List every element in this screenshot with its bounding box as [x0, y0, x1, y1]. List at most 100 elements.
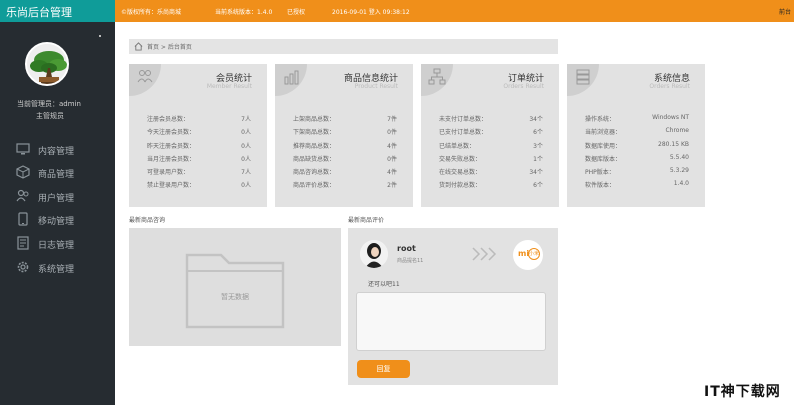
stat-label: 商品评价总数：: [293, 182, 336, 190]
stat-value: 5.3.29: [669, 167, 689, 175]
version-text: 当前系统版本：1.4.0: [215, 9, 273, 16]
member-stats-card: 会员统计 Member Result 注册会员总数： 7人 今天注册会员数： 0人 …: [129, 64, 267, 207]
stat-label: 今天注册会员数：: [147, 129, 196, 137]
consult-panel: 暂无数据: [129, 228, 341, 346]
stat-value: 4件: [387, 142, 397, 150]
bonsai-avatar-icon: [27, 44, 67, 84]
stat-row: 软件版本： 1.4.0: [585, 180, 689, 193]
review-section-title: 最新商品评价: [348, 217, 385, 224]
user-photo-icon: [360, 240, 388, 268]
review-comment: 还可以吧11: [368, 281, 400, 288]
stat-row: 未支付订单总数： 34个: [439, 114, 543, 127]
stat-label: 当月注册会员数：: [147, 155, 196, 163]
app-logo[interactable]: 乐尚后台管理: [6, 4, 72, 20]
card-subtitle: Orders Result: [649, 83, 690, 90]
stat-row: 下架商品总数： 0件: [293, 127, 397, 140]
stat-value: 4件: [387, 169, 397, 177]
sidebar-item-products[interactable]: 商品管理: [16, 165, 111, 180]
stat-value: 7人: [241, 169, 251, 177]
stat-row: 可登录用户数： 7人: [147, 167, 251, 180]
stat-row: 商品咨询总数： 4件: [293, 167, 397, 180]
stat-value: Chrome: [665, 127, 689, 135]
breadcrumb-extension: [558, 39, 794, 54]
reviewer-avatar: [360, 240, 388, 268]
stat-value: 280.15 KB: [658, 140, 689, 148]
sidebar-item-label: 商品管理: [38, 170, 75, 180]
sidebar-item-mobile[interactable]: 移动管理: [16, 212, 111, 227]
admin-avatar: [25, 42, 69, 86]
stat-value: 1.4.0: [673, 180, 689, 188]
sidebar-item-label: 系统管理: [38, 265, 75, 275]
stat-label: 昨天注册会员数：: [147, 142, 196, 150]
site-watermark: IT神下载网: [704, 384, 781, 400]
breadcrumb: 首页 > 后台首页: [129, 39, 558, 54]
reply-textarea[interactable]: [356, 292, 546, 351]
top-bar: ©版权所有：乐尚商城 当前系统版本：1.4.0 已授权 2016-09-01 登…: [115, 0, 794, 22]
stat-label: 禁止登录用户数：: [147, 182, 196, 190]
stat-label: 在线交易总数：: [439, 169, 482, 177]
sidebar-item-logs[interactable]: 日志管理: [16, 236, 111, 251]
sidebar-item-label: 日志管理: [38, 241, 75, 251]
users-icon: [16, 189, 29, 202]
stat-label: 注册会员总数：: [147, 116, 190, 123]
brand-text: 小米: [528, 248, 540, 260]
login-time: 2016-09-01 登入 09:38:12: [332, 9, 410, 16]
product-brand-logo[interactable]: mi 小米: [513, 240, 543, 270]
card-rows: 注册会员总数： 7人 今天注册会员数： 0人 昨天注册会员数： 0人 当月注册会员数：…: [147, 114, 251, 194]
card-tab: [129, 64, 161, 96]
reply-button[interactable]: 回复: [357, 360, 410, 378]
card-rows: 操作系统： Windows NT 当前浏览器： Chrome 数据库使用： 280.1…: [585, 114, 689, 194]
stat-row: 注册会员总数： 7人: [147, 114, 251, 127]
stat-value: 34个: [529, 169, 543, 177]
stat-value: 6个: [533, 182, 543, 190]
stat-row: 操作系统： Windows NT: [585, 114, 689, 127]
stat-row: 当前浏览器： Chrome: [585, 127, 689, 140]
system-info-card: 系统信息 Orders Result 操作系统： Windows NT 当前浏览器…: [567, 64, 705, 207]
stat-label: 已结单总数：: [439, 142, 476, 150]
card-tab: [421, 64, 453, 96]
stat-label: 商品咨询总数：: [293, 169, 336, 177]
bar-chart-icon: [284, 70, 299, 85]
stat-row: 今天注册会员数： 0人: [147, 127, 251, 140]
stat-value: 2件: [387, 182, 397, 190]
stat-label: 上架商品总数：: [293, 116, 336, 123]
stat-value: 0人: [241, 142, 251, 150]
reviewer-name[interactable]: root: [397, 244, 416, 253]
card-rows: 上架商品总数： 7件 下架商品总数： 0件 推荐商品总数： 4件 商品缺货总数： 0件 …: [293, 114, 397, 194]
members-icon: [137, 70, 153, 83]
sidebar-item-users[interactable]: 用户管理: [16, 189, 111, 204]
document-icon: [17, 236, 29, 250]
empty-state-text: 暂无数据: [221, 293, 249, 301]
sidebar-item-system[interactable]: 系统管理: [16, 260, 111, 275]
stat-value: 1个: [533, 155, 543, 163]
sidebar-item-content[interactable]: 内容管理: [16, 142, 111, 157]
stat-label: 未支付订单总数：: [439, 116, 488, 123]
stat-label: 软件版本：: [585, 182, 616, 190]
stat-row: 商品评价总数： 2件: [293, 180, 397, 193]
sidebar: 当前管理员：admin 主管规员 内容管理 商品管理 用户管理 移动管理 日志管…: [0, 22, 115, 405]
stat-value: 3个: [533, 142, 543, 150]
card-subtitle: Product Result: [354, 83, 398, 90]
card-tab: [567, 64, 599, 96]
stat-row: 当月注册会员数： 0人: [147, 154, 251, 167]
stat-value: 0人: [241, 129, 251, 137]
stat-row: 禁止登录用户数： 0人: [147, 180, 251, 193]
chevrons-right-icon: [472, 247, 497, 261]
card-subtitle: Member Result: [206, 83, 252, 90]
consult-section-title: 最新商品咨询: [129, 217, 166, 224]
stat-label: 操作系统：: [585, 116, 616, 123]
monitor-icon: [16, 143, 30, 155]
stat-label: 商品缺货总数：: [293, 155, 336, 163]
stat-value: 5.5.40: [669, 153, 689, 161]
stat-value: Windows NT: [652, 114, 689, 121]
home-icon[interactable]: [134, 42, 143, 51]
gear-icon: [17, 261, 29, 273]
breadcrumb-text[interactable]: 首页 > 后台首页: [147, 42, 192, 51]
sidebar-toggle-icon[interactable]: [99, 35, 101, 37]
frontend-link[interactable]: 前台: [779, 7, 791, 16]
product-stats-card: 商品信息统计 Product Result 上架商品总数： 7件 下架商品总数： 0…: [275, 64, 413, 207]
copyright-text: ©版权所有：乐尚商城: [121, 9, 182, 16]
stat-label: 交易失败总数：: [439, 155, 482, 163]
stat-row: 数据库版本： 5.5.40: [585, 154, 689, 167]
stat-value: 7件: [387, 116, 397, 123]
